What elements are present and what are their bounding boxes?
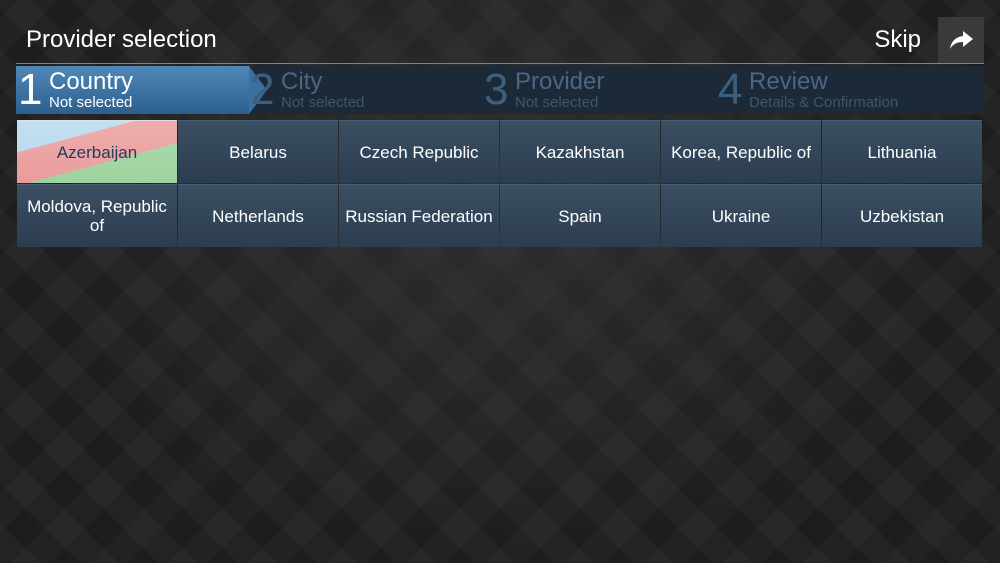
country-tile-azerbaijan[interactable]: Azerbaijan (17, 120, 177, 183)
country-grid: Azerbaijan Belarus Czech Republic Kazakh… (17, 120, 983, 247)
step-number: 1 (18, 65, 43, 114)
step-subtitle: Details & Confirmation (749, 93, 899, 111)
country-tile-spain[interactable]: Spain (500, 184, 660, 247)
country-tile-belarus[interactable]: Belarus (178, 120, 338, 183)
step-title: Country (49, 67, 134, 95)
country-tile-lithuania[interactable]: Lithuania (822, 120, 982, 183)
step-title: Provider (515, 67, 605, 95)
header: Provider selection Skip (0, 0, 1000, 64)
step-provider[interactable]: 3 Provider Not selected (484, 66, 604, 114)
step-subtitle: Not selected (281, 93, 365, 111)
country-tile-uzbekistan[interactable]: Uzbekistan (822, 184, 982, 247)
wizard-steps: 1 Country Not selected 2 City Not select… (16, 66, 984, 114)
header-divider (16, 63, 984, 64)
country-tile-russian-federation[interactable]: Russian Federation (339, 184, 499, 247)
share-arrow-icon (950, 31, 973, 49)
country-tile-ukraine[interactable]: Ukraine (661, 184, 821, 247)
step-title: City (281, 67, 323, 95)
step-number: 3 (484, 65, 509, 114)
country-tile-netherlands[interactable]: Netherlands (178, 184, 338, 247)
step-number: 4 (718, 65, 743, 114)
step-review[interactable]: 4 Review Details & Confirmation (718, 66, 898, 114)
page-title: Provider selection (26, 26, 217, 53)
skip-label[interactable]: Skip (874, 26, 921, 54)
step-country[interactable]: 1 Country Not selected (16, 66, 249, 114)
step-subtitle: Not selected (49, 93, 133, 111)
step-title: Review (749, 67, 828, 95)
step-city[interactable]: 2 City Not selected (250, 66, 364, 114)
step-number: 2 (250, 65, 275, 114)
skip-button[interactable] (938, 17, 984, 63)
country-tile-kazakhstan[interactable]: Kazakhstan (500, 120, 660, 183)
country-tile-moldova[interactable]: Moldova, Republic of (17, 184, 177, 247)
step-subtitle: Not selected (515, 93, 599, 111)
country-tile-czech-republic[interactable]: Czech Republic (339, 120, 499, 183)
country-tile-korea[interactable]: Korea, Republic of (661, 120, 821, 183)
